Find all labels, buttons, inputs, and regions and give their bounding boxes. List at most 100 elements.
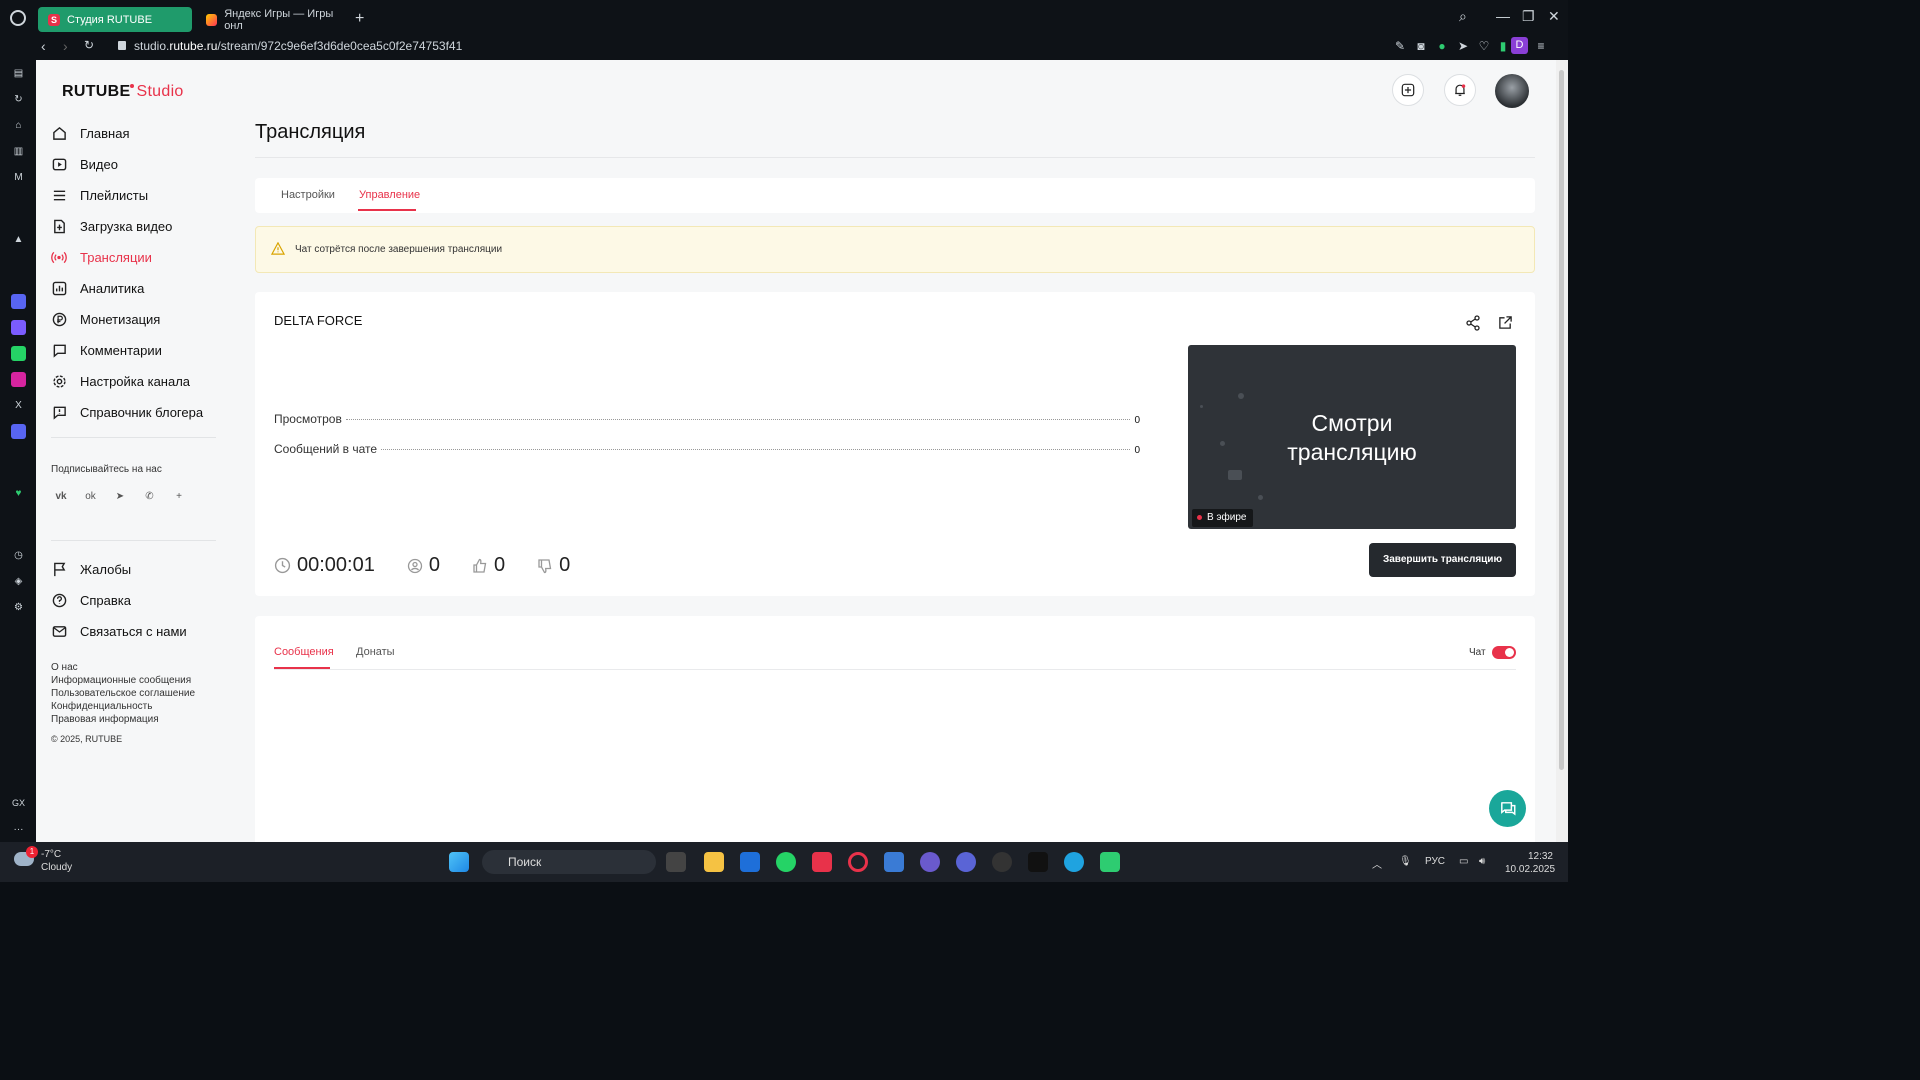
scrollbar-thumb[interactable] — [1559, 70, 1564, 770]
stream-preview[interactable]: Смотри трансляцию В эфире — [1188, 345, 1516, 529]
sidebar-item-playlists[interactable]: Плейлисты — [51, 180, 221, 211]
ok-icon[interactable]: ok — [81, 487, 101, 507]
chat-toggle[interactable] — [1492, 646, 1516, 659]
favorites-icon[interactable]: ♥ — [11, 486, 26, 501]
sidebar-menu: Главная Видео Плейлисты Загрузка видео Т… — [51, 118, 221, 428]
notifications-button[interactable] — [1444, 74, 1476, 106]
news-icon[interactable]: ▤ — [11, 66, 26, 81]
page-scrollbar[interactable] — [1556, 60, 1568, 842]
taskbar-search[interactable]: Поиск — [482, 850, 656, 874]
sidebar-item-video[interactable]: Видео — [51, 149, 221, 180]
task-view-icon[interactable] — [666, 852, 686, 872]
sidebar-item-blogger-guide[interactable]: Справочник блогера — [51, 397, 221, 428]
nvidia-icon[interactable] — [1100, 852, 1120, 872]
sidebar-item-help[interactable]: Справка — [51, 585, 187, 616]
sidebar-item-monetization[interactable]: Монетизация — [51, 304, 221, 335]
end-stream-button[interactable]: Завершить трансляцию — [1369, 543, 1516, 577]
yandex-icon[interactable] — [956, 852, 976, 872]
sidebar-item-home[interactable]: Главная — [51, 118, 221, 149]
camera-icon[interactable]: ◙ — [1414, 39, 1428, 53]
language-indicator[interactable]: РУС — [1425, 856, 1445, 867]
back-icon[interactable]: ‹ — [41, 38, 46, 54]
forward-icon[interactable]: › — [63, 38, 68, 54]
tray-expand-icon[interactable]: ︿ — [1372, 856, 1382, 871]
support-chat-button[interactable] — [1489, 790, 1526, 827]
sidebar-item-analytics[interactable]: Аналитика — [51, 273, 221, 304]
sidebar-item-channel-settings[interactable]: Настройка канала — [51, 366, 221, 397]
opera-logo-icon[interactable] — [10, 10, 26, 26]
menu-icon[interactable]: ≡ — [1534, 39, 1548, 53]
share-icon[interactable] — [1465, 315, 1481, 331]
footer-link[interactable]: Конфиденциальность — [51, 700, 195, 713]
shield-icon[interactable]: ● — [1435, 39, 1449, 53]
instagram-icon[interactable] — [11, 372, 26, 387]
network-icon[interactable]: ▭ — [1459, 856, 1468, 867]
send-icon[interactable]: ➤ — [1456, 39, 1470, 53]
twitch-icon[interactable] — [11, 294, 26, 309]
gx-icon[interactable]: GX — [11, 796, 26, 811]
sidebar-item-upload[interactable]: Загрузка видео — [51, 211, 221, 242]
close-window-icon[interactable]: ✕ — [1548, 8, 1560, 25]
aria-icon[interactable]: ▲ — [11, 232, 26, 247]
tab-yandex-games[interactable]: Яндекс Игры — Игры онл — [196, 7, 346, 32]
footer-link[interactable]: Правовая информация — [51, 713, 195, 726]
volume-icon[interactable]: 🔊︎ — [1479, 856, 1485, 867]
steam-icon[interactable] — [992, 852, 1012, 872]
music-icon[interactable]: M — [11, 170, 26, 185]
profile-avatar[interactable]: D — [1511, 37, 1528, 54]
discord-icon[interactable] — [11, 424, 26, 439]
microphone-icon[interactable]: 🎙︎ — [1399, 856, 1412, 867]
messenger-icon[interactable] — [11, 320, 26, 335]
box-icon[interactable]: ◈ — [11, 574, 26, 589]
x-twitter-icon[interactable]: X — [11, 398, 26, 413]
weather-widget[interactable]: 1 -7°C Cloudy — [14, 846, 72, 874]
tab-settings[interactable]: Настройки — [281, 189, 335, 201]
file-explorer-icon[interactable] — [704, 852, 724, 872]
clock[interactable]: 12:32 10.02.2025 — [1505, 850, 1555, 876]
yandex-browser-icon[interactable] — [812, 852, 832, 872]
open-external-icon[interactable] — [1498, 315, 1513, 330]
game-icon[interactable] — [920, 852, 940, 872]
whatsapp-icon[interactable] — [11, 346, 26, 361]
windows-start-icon[interactable] — [449, 852, 469, 872]
ai-icon[interactable]: ⌂ — [11, 118, 26, 133]
rutube-studio-logo[interactable]: RUTUBE Studio — [62, 83, 184, 101]
tiktok-icon[interactable] — [1028, 852, 1048, 872]
sidebar-item-complaints[interactable]: Жалобы — [51, 554, 187, 585]
sidebar-item-contact[interactable]: Связаться с нами — [51, 616, 187, 647]
edit-icon[interactable]: ✎ — [1393, 39, 1407, 53]
maximize-icon[interactable]: ❐ — [1522, 8, 1535, 25]
tab-donations[interactable]: Донаты — [356, 646, 395, 658]
tab-management[interactable]: Управление — [359, 189, 420, 201]
viber-icon[interactable]: ✆ — [140, 487, 160, 507]
search-tabs-icon[interactable]: ⌕ — [1459, 8, 1467, 25]
settings-icon[interactable]: ⚙ — [11, 600, 26, 615]
battery-icon[interactable]: ▮ — [1496, 39, 1510, 53]
url-field[interactable]: studio.rutube.ru/stream/972c9e6ef3d6de0c… — [118, 39, 462, 53]
clock-icon[interactable]: ◷ — [11, 548, 26, 563]
whatsapp-app-icon[interactable] — [776, 852, 796, 872]
footer-link[interactable]: Информационные сообщения — [51, 674, 195, 687]
opera-gx-icon[interactable] — [848, 852, 868, 872]
sidebar-item-broadcasts[interactable]: Трансляции — [51, 242, 221, 273]
more-icon[interactable]: + — [169, 487, 189, 507]
tab-messages[interactable]: Сообщения — [274, 646, 334, 658]
sidebar-item-comments[interactable]: Комментарии — [51, 335, 221, 366]
new-tab-icon[interactable]: + — [355, 10, 364, 28]
reload-icon[interactable]: ↻ — [84, 38, 94, 52]
vk-icon[interactable]: vk — [51, 487, 71, 507]
telegram-icon[interactable]: ➤ — [110, 487, 130, 507]
more-icon[interactable]: ··· — [11, 822, 26, 837]
store-icon[interactable] — [740, 852, 760, 872]
add-content-button[interactable] — [1392, 74, 1424, 106]
minimize-icon[interactable]: — — [1496, 8, 1510, 24]
tab-rutube-studio[interactable]: S Студия RUTUBE — [38, 7, 192, 32]
app-icon[interactable] — [884, 852, 904, 872]
edge-icon[interactable] — [1064, 852, 1084, 872]
heart-icon[interactable]: ♡ — [1477, 39, 1491, 53]
wallet-icon[interactable]: ▥ — [11, 144, 26, 159]
footer-link[interactable]: О нас — [51, 661, 195, 674]
footer-link[interactable]: Пользовательское соглашение — [51, 687, 195, 700]
avatar[interactable] — [1495, 74, 1529, 108]
history-icon[interactable]: ↻ — [11, 92, 26, 107]
